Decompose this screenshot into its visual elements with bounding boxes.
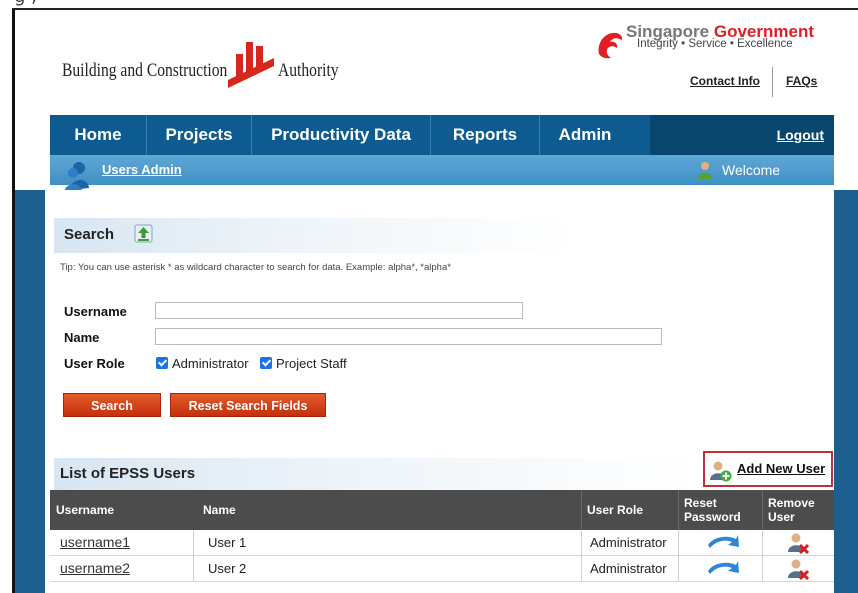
users-table-header: Username Name User Role Reset Password R…: [50, 490, 834, 530]
nav-admin[interactable]: Admin: [540, 115, 630, 155]
username-link[interactable]: username1: [60, 530, 130, 555]
administrator-checkbox[interactable]: [156, 357, 168, 369]
add-user-icon: [710, 461, 732, 482]
bca-name-left: Building and Construction: [62, 60, 228, 81]
main-content: Search Tip: You can use asterisk * as wi…: [50, 190, 834, 593]
col-reset-password: Reset Password: [684, 496, 741, 524]
user-role-cell: Administrator: [590, 535, 667, 550]
cell-divider: [193, 556, 194, 581]
top-partial-label: g ,: [14, 0, 37, 7]
user-role-label: User Role: [64, 356, 125, 371]
list-section-title: List of EPSS Users: [60, 465, 196, 482]
users-admin-icon: [64, 162, 89, 193]
main-nav: Home Projects Productivity Data Reports …: [50, 115, 834, 155]
reset-search-fields-button[interactable]: Reset Search Fields: [170, 393, 326, 417]
search-section-header: Search: [54, 218, 574, 253]
search-button[interactable]: Search: [63, 393, 161, 417]
name-field[interactable]: [155, 328, 662, 345]
sub-nav: Users Admin Welcome: [50, 155, 834, 193]
logout-link[interactable]: Logout: [777, 115, 824, 155]
search-tip: Tip: You can use asterisk * as wildcard …: [60, 262, 451, 273]
header-divider: [581, 490, 582, 530]
cell-divider: [193, 530, 194, 555]
administrator-checkbox-label: Administrator: [172, 356, 249, 371]
header-divider: [678, 490, 679, 530]
sg-tagline: Integrity • Service • Excellence: [637, 38, 793, 50]
username-link[interactable]: username2: [60, 556, 130, 581]
user-name-cell: User 1: [208, 535, 247, 550]
table-row: username1 User 1 Administrator: [50, 530, 834, 556]
welcome-text: Welcome: [722, 162, 781, 178]
singapore-lion-icon: [598, 32, 623, 59]
users-admin-link[interactable]: Users Admin: [102, 155, 182, 185]
remove-user-icon[interactable]: [787, 532, 809, 554]
remove-user-icon[interactable]: [787, 558, 809, 580]
project-staff-checkbox-label: Project Staff: [276, 356, 347, 371]
cell-divider: [762, 530, 763, 555]
project-staff-checkbox[interactable]: [260, 357, 272, 369]
username-label: Username: [64, 304, 127, 319]
cell-divider: [581, 556, 582, 581]
nav-home[interactable]: Home: [50, 115, 146, 155]
cell-divider: [678, 530, 679, 555]
nav-reports[interactable]: Reports: [431, 115, 539, 155]
name-label: Name: [64, 330, 100, 345]
bca-name-right: Authority: [278, 60, 339, 81]
cell-divider: [762, 556, 763, 581]
user-name-cell: User 2: [208, 561, 247, 576]
faqs-link[interactable]: FAQs: [786, 74, 817, 88]
user-role-cell: Administrator: [590, 561, 667, 576]
col-username[interactable]: Username: [56, 490, 196, 530]
add-new-user-label: Add New User: [737, 461, 826, 476]
col-name[interactable]: Name: [203, 490, 503, 530]
table-row: username2 User 2 Administrator: [50, 556, 834, 582]
top-partial-text: g ,: [0, 0, 858, 8]
header-divider: [762, 490, 763, 530]
bca-emblem-icon: [228, 42, 274, 88]
add-new-user-button[interactable]: Add New User: [703, 451, 833, 487]
header-link-divider: [772, 67, 773, 97]
col-remove-user: Remove User: [768, 496, 815, 524]
cell-divider: [678, 556, 679, 581]
window-left-margin: [0, 8, 12, 593]
collapse-up-icon[interactable]: [134, 224, 153, 243]
search-section-title: Search: [64, 226, 115, 243]
nav-projects[interactable]: Projects: [147, 115, 251, 155]
contact-info-link[interactable]: Contact Info: [690, 74, 760, 88]
user-avatar-icon: [698, 162, 712, 179]
list-section-header: List of EPSS Users: [54, 458, 700, 491]
col-user-role[interactable]: User Role: [587, 490, 677, 530]
reset-password-icon[interactable]: [706, 533, 740, 552]
cell-divider: [581, 530, 582, 555]
username-field[interactable]: [155, 302, 523, 319]
nav-productivity-data[interactable]: Productivity Data: [252, 115, 430, 155]
reset-password-icon[interactable]: [706, 559, 740, 578]
